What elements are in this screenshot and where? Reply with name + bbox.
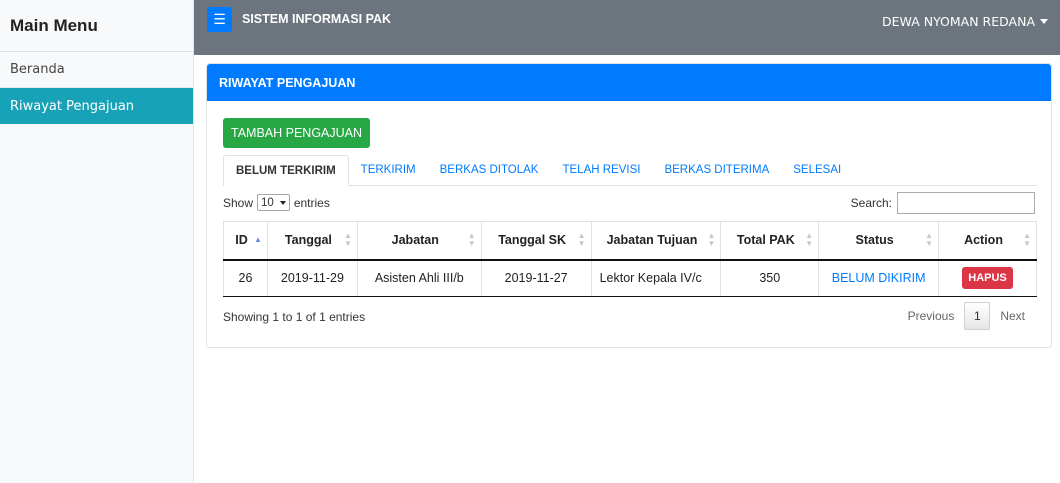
sidebar: Main Menu Beranda Riwayat Pengajuan <box>0 0 194 483</box>
cell-id: 26 <box>223 259 268 297</box>
sidebar-toggle-button[interactable]: ☰ <box>207 7 232 32</box>
entries-label: entries <box>293 195 330 210</box>
previous-button[interactable]: Previous <box>898 302 965 330</box>
column-header-jabatan-tujuan[interactable]: Jabatan Tujuan ▲ ▼ <box>590 221 722 261</box>
search-control: Search: <box>851 192 1035 214</box>
tab-berkas-ditolak[interactable]: BERKAS DITOLAK <box>428 154 551 185</box>
entries-length-control: Show 10 entries <box>223 194 330 211</box>
cell-jabatan: Asisten Ahli III/b <box>356 259 482 297</box>
sort-icon: ▲ ▼ <box>467 231 476 249</box>
sort-icon: ▲ ▼ <box>707 231 716 249</box>
pengajuan-table: ID ▲ Tanggal ▲ ▼ Jabatan ▲ ▼ Tanggal SK ▲ ▼ Jab… <box>223 221 1037 297</box>
column-header-tanggal[interactable]: Tanggal ▲ ▼ <box>266 221 358 261</box>
hapus-button[interactable]: HAPUS <box>962 267 1013 290</box>
search-label: Search: <box>850 196 892 210</box>
cell-jabatan-tujuan: Lektor Kepala IV/c <box>590 259 722 297</box>
cell-tanggal: 2019-11-29 <box>266 259 358 297</box>
sort-asc-icon: ▲ <box>254 235 262 245</box>
user-name: DEWA NYOMAN REDANA <box>882 14 1035 29</box>
sort-icon: ▲ ▼ <box>925 231 934 249</box>
card-title: RIWAYAT PENGAJUAN <box>207 64 1051 101</box>
column-header-id[interactable]: ID ▲ <box>223 221 268 261</box>
column-header-jabatan[interactable]: Jabatan ▲ ▼ <box>356 221 482 261</box>
table-info: Showing 1 to 1 of 1 entries <box>223 310 366 324</box>
cell-total-pak: 350 <box>720 259 820 297</box>
sort-icon: ▲ ▼ <box>343 231 352 249</box>
cell-action: HAPUS <box>938 259 1037 297</box>
status-tabs: BELUM TERKIRIM TERKIRIM BERKAS DITOLAK T… <box>223 155 1037 186</box>
sort-icon: ▲ ▼ <box>805 231 814 249</box>
next-button[interactable]: Next <box>990 302 1035 330</box>
entries-value: 10 <box>261 196 274 209</box>
sidebar-item-riwayat-pengajuan[interactable]: Riwayat Pengajuan <box>0 88 193 124</box>
entries-select[interactable]: 10 <box>257 194 290 211</box>
status-link[interactable]: BELUM DIKIRIM <box>832 271 926 285</box>
table-header-row: ID ▲ Tanggal ▲ ▼ Jabatan ▲ ▼ Tanggal SK ▲ ▼ Jab… <box>223 221 1037 261</box>
search-input[interactable] <box>897 192 1035 214</box>
sidebar-title: Main Menu <box>0 0 193 52</box>
cell-status: BELUM DIKIRIM <box>818 259 940 297</box>
caret-down-icon <box>1040 19 1048 24</box>
cell-tanggal-sk: 2019-11-27 <box>480 259 592 297</box>
column-header-tanggal-sk[interactable]: Tanggal SK ▲ ▼ <box>480 221 592 261</box>
column-header-status[interactable]: Status ▲ ▼ <box>818 221 940 261</box>
tab-belum-terkirim[interactable]: BELUM TERKIRIM <box>223 155 349 186</box>
tambah-pengajuan-button[interactable]: TAMBAH PENGAJUAN <box>223 118 371 148</box>
table-row: 26 2019-11-29 Asisten Ahli III/b 2019-11… <box>223 259 1037 297</box>
app-brand: SISTEM INFORMASI PAK <box>242 11 392 26</box>
riwayat-card: RIWAYAT PENGAJUAN TAMBAH PENGAJUAN BELUM… <box>206 63 1052 348</box>
tab-terkirim[interactable]: TERKIRIM <box>349 154 428 185</box>
top-navbar: ☰ SISTEM INFORMASI PAK DEWA NYOMAN REDAN… <box>194 0 1060 55</box>
column-header-total-pak[interactable]: Total PAK ▲ ▼ <box>720 221 820 261</box>
sort-icon: ▲ ▼ <box>1023 231 1031 249</box>
column-header-action[interactable]: Action ▲ ▼ <box>938 221 1037 261</box>
show-label: Show <box>223 195 254 210</box>
user-menu[interactable]: DEWA NYOMAN REDANA <box>882 14 1048 29</box>
page-1-button[interactable]: 1 <box>964 302 991 330</box>
sidebar-item-beranda[interactable]: Beranda <box>0 52 193 88</box>
pagination: Previous 1 Next <box>898 302 1035 330</box>
sort-icon: ▲ ▼ <box>577 231 586 249</box>
select-caret-icon <box>279 200 286 205</box>
tab-telah-revisi[interactable]: TELAH REVISI <box>550 154 652 185</box>
hamburger-icon: ☰ <box>213 11 226 28</box>
tab-berkas-diterima[interactable]: BERKAS DITERIMA <box>652 154 781 185</box>
tab-selesai[interactable]: SELESAI <box>781 154 853 185</box>
